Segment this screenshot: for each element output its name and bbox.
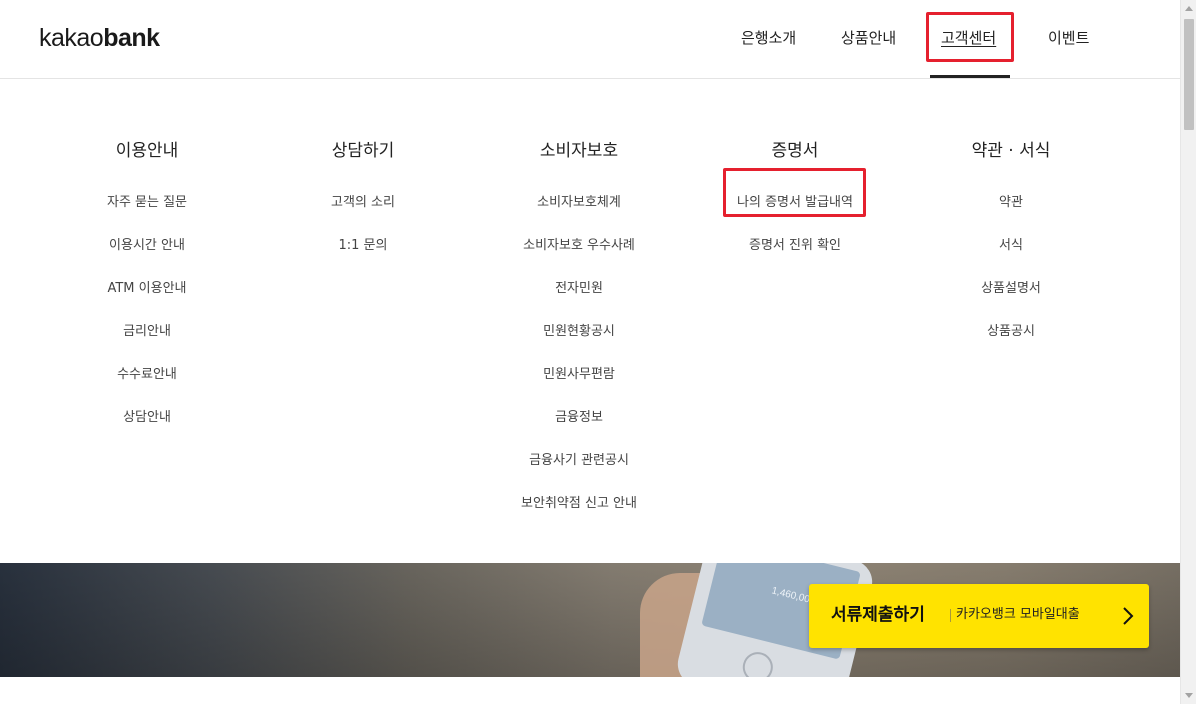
menu-item-terms[interactable]: 약관 — [941, 181, 1081, 224]
menu-column-title: 소비자보호 — [539, 141, 619, 161]
menu-item-my-certificate-history[interactable]: 나의 증명서 발급내역 — [715, 181, 875, 224]
menu-list: 자주 묻는 질문 이용시간 안내 ATM 이용안내 금리안내 수수료안내 상담안… — [77, 181, 217, 439]
submit-documents-button[interactable]: 서류제출하기 카카오뱅크 모바일대출 — [809, 584, 1149, 648]
vertical-scrollbar[interactable] — [1180, 0, 1196, 704]
menu-item-certificate-verification[interactable]: 증명서 진위 확인 — [715, 224, 875, 267]
nav-item-products[interactable]: 상품안내 — [841, 27, 896, 49]
menu-item-forms[interactable]: 서식 — [941, 224, 1081, 267]
menu-item-customer-voice[interactable]: 고객의 소리 — [293, 181, 433, 224]
triangle-down-icon[interactable] — [1181, 687, 1196, 704]
menu-item-one-to-one-inquiry[interactable]: 1:1 문의 — [293, 224, 433, 267]
menu-column-title: 약관 · 서식 — [971, 141, 1051, 161]
menu-item-product-description[interactable]: 상품설명서 — [941, 267, 1081, 310]
menu-column-usage-guide: 이용안내 자주 묻는 질문 이용시간 안내 ATM 이용안내 금리안내 수수료안… — [77, 138, 217, 439]
menu-item-best-practices[interactable]: 소비자보호 우수사례 — [499, 224, 659, 267]
menu-item-fraud-notice[interactable]: 금융사기 관련공시 — [499, 439, 659, 482]
menu-column-title: 상담하기 — [331, 141, 395, 161]
chevron-right-icon — [1123, 607, 1134, 625]
menu-column-certificates: 증명서 나의 증명서 발급내역 증명서 진위 확인 — [715, 138, 875, 267]
kakaobank-logo[interactable]: kakaobank — [39, 22, 160, 54]
menu-item-service-hours[interactable]: 이용시간 안내 — [77, 224, 217, 267]
scrollbar-thumb[interactable] — [1184, 19, 1194, 130]
menu-item-complaint-handbook[interactable]: 민원사무편람 — [499, 353, 659, 396]
page: kakaobank 은행소개 상품안내 고객센터 이벤트 이용안내 자주 묻는 … — [0, 0, 1180, 704]
menu-column-consumer-protection: 소비자보호 소비자보호체계 소비자보호 우수사례 전자민원 민원현황공시 민원사… — [499, 138, 659, 525]
menu-item-atm-guide[interactable]: ATM 이용안내 — [77, 267, 217, 310]
site-header: kakaobank 은행소개 상품안내 고객센터 이벤트 — [0, 0, 1180, 79]
cta-divider — [950, 609, 951, 622]
cta-subtitle: 카카오뱅크 모바일대출 — [956, 607, 1080, 622]
menu-list: 약관 서식 상품설명서 상품공시 — [941, 181, 1081, 353]
menu-item-product-disclosure[interactable]: 상품공시 — [941, 310, 1081, 353]
nav-item-bank-intro[interactable]: 은행소개 — [741, 27, 796, 49]
menu-item-e-complaint[interactable]: 전자민원 — [499, 267, 659, 310]
nav-active-indicator — [930, 75, 1010, 78]
menu-list: 나의 증명서 발급내역 증명서 진위 확인 — [715, 181, 875, 267]
menu-column-consultation: 상담하기 고객의 소리 1:1 문의 — [293, 138, 433, 267]
menu-item-protection-system[interactable]: 소비자보호체계 — [499, 181, 659, 224]
nav-item-customer-center[interactable]: 고객센터 — [941, 27, 996, 49]
nav-item-events[interactable]: 이벤트 — [1048, 27, 1089, 49]
logo-text-kakao: kakao — [39, 24, 104, 52]
cta-title: 서류제출하기 — [831, 605, 925, 625]
logo-text-bank: bank — [103, 24, 160, 52]
menu-column-title: 이용안내 — [115, 141, 179, 161]
menu-column-terms-forms: 약관 · 서식 약관 서식 상품설명서 상품공시 — [941, 138, 1081, 353]
menu-item-financial-info[interactable]: 금융정보 — [499, 396, 659, 439]
menu-list: 소비자보호체계 소비자보호 우수사례 전자민원 민원현황공시 민원사무편람 금융… — [499, 181, 659, 525]
menu-list: 고객의 소리 1:1 문의 — [293, 181, 433, 267]
triangle-up-icon[interactable] — [1181, 0, 1196, 17]
menu-item-vulnerability-report[interactable]: 보안취약점 신고 안내 — [499, 482, 659, 525]
menu-item-consultation-guide[interactable]: 상담안내 — [77, 396, 217, 439]
phone-home-button — [739, 648, 776, 677]
menu-item-faq[interactable]: 자주 묻는 질문 — [77, 181, 217, 224]
menu-item-interest-rates[interactable]: 금리안내 — [77, 310, 217, 353]
menu-item-complaint-status[interactable]: 민원현황공시 — [499, 310, 659, 353]
menu-column-title: 증명서 — [771, 141, 819, 161]
menu-item-fees[interactable]: 수수료안내 — [77, 353, 217, 396]
